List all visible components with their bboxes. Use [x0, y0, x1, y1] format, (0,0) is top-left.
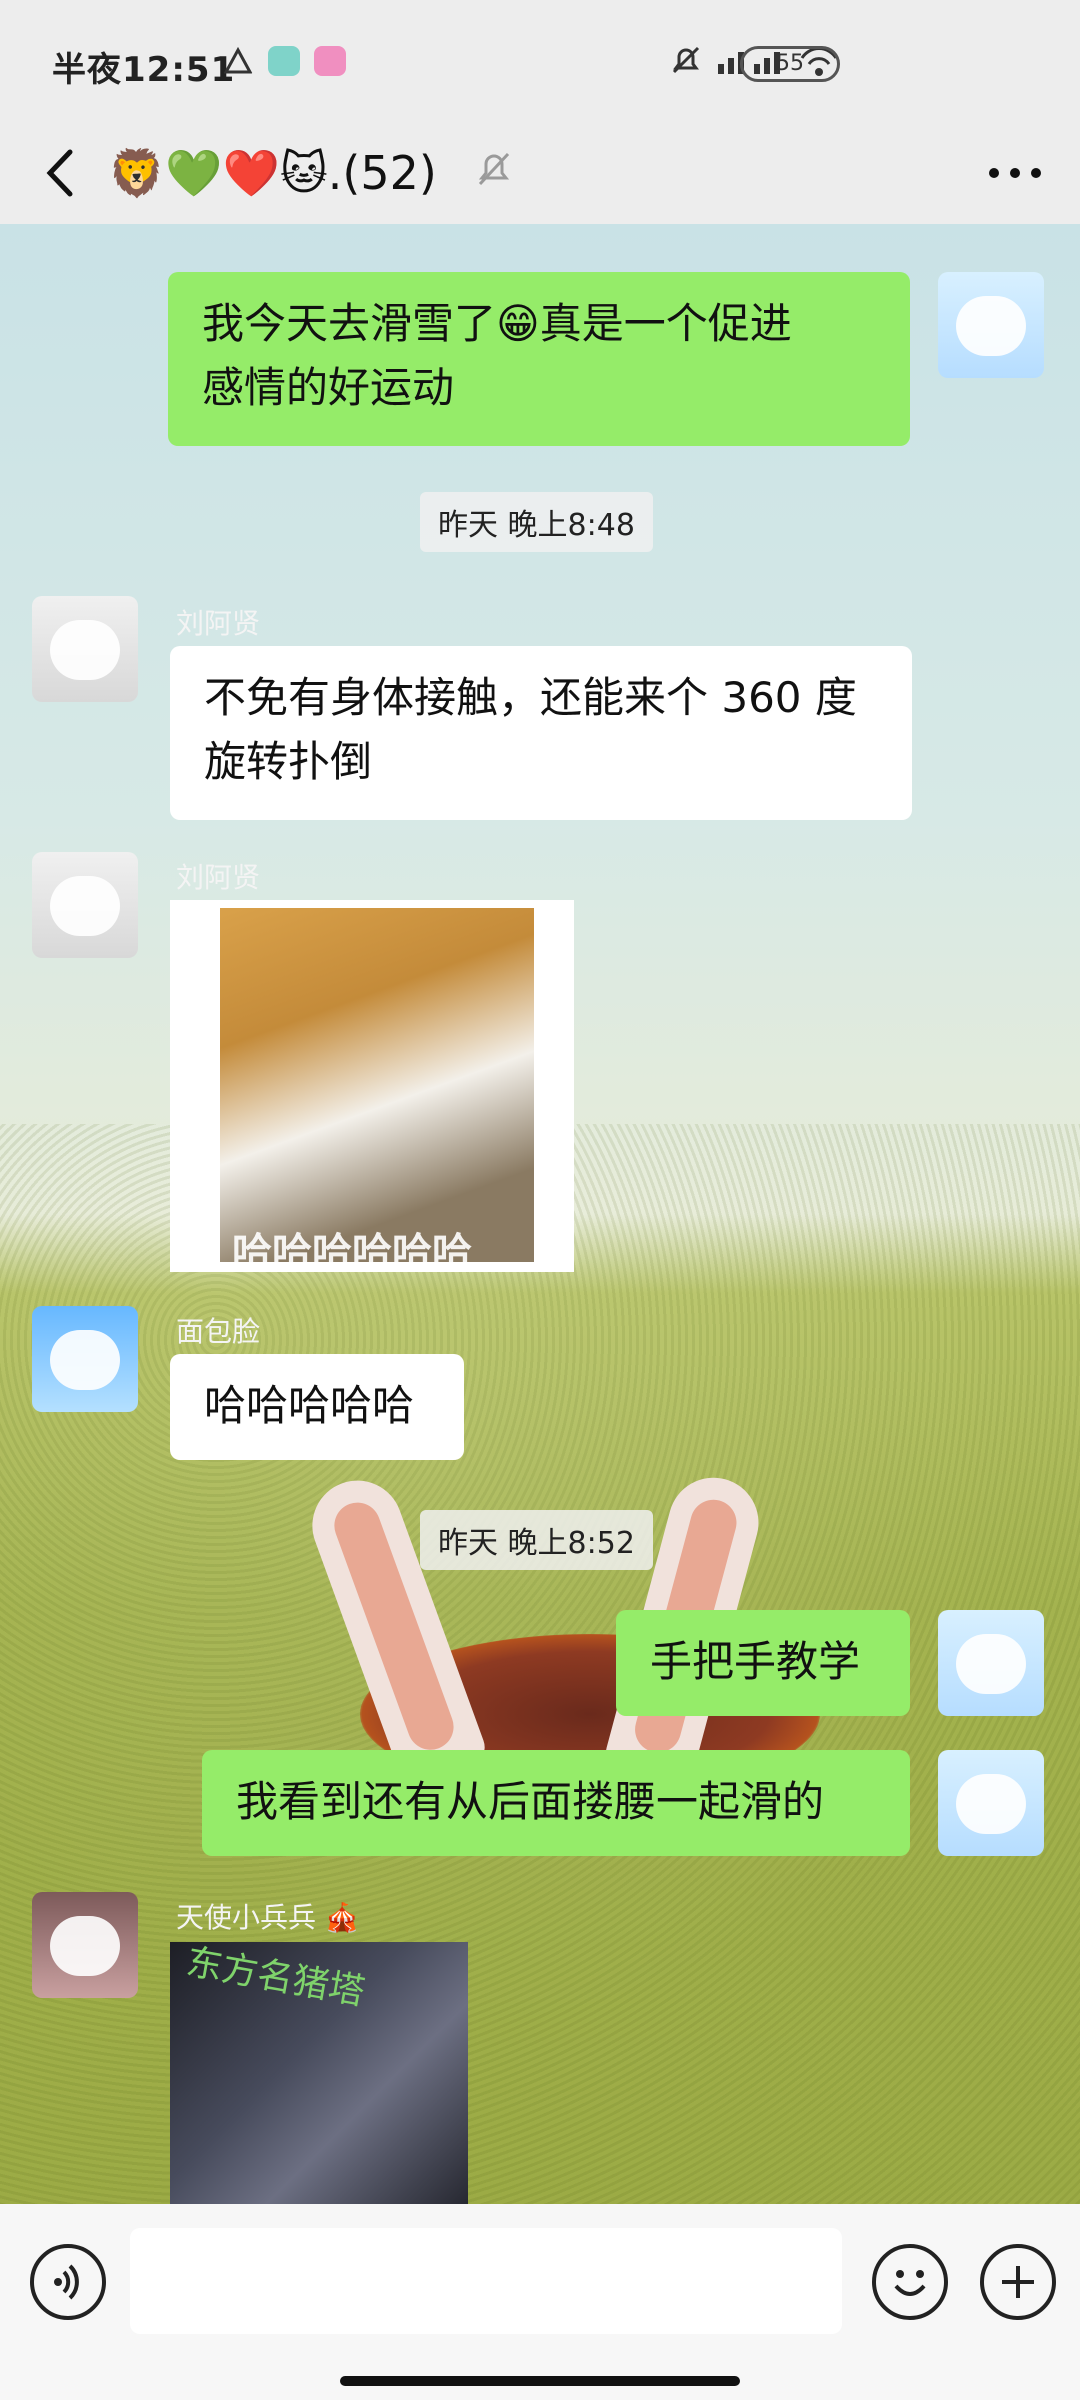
- avatar-tianshi[interactable]: [32, 1892, 138, 1998]
- app-notification-icon-2: [314, 46, 346, 76]
- image-message[interactable]: 东方名猪塔: [170, 1942, 468, 2242]
- status-bar: 半夜12:51 55: [0, 0, 1080, 128]
- avatar-liu[interactable]: [32, 596, 138, 702]
- mute-bell-icon: [672, 46, 700, 74]
- plus-icon[interactable]: [980, 2244, 1056, 2320]
- chat-area[interactable]: 我今天去滑雪了😁真是一个促进 感情的好运动 昨天 晚上8:48 刘阿贤 不免有身…: [0, 224, 1080, 2204]
- sender-name: 面包脸: [176, 1315, 261, 1348]
- app-notification-icon: [268, 46, 300, 76]
- avatar-me[interactable]: [938, 1610, 1044, 1716]
- chat-header: 🦁💚❤️🐱.(52): [0, 128, 1080, 224]
- message-bubble[interactable]: 我看到还有从后面搂腰一起滑的: [202, 1750, 910, 1856]
- message-text: 手把手教学: [650, 1637, 861, 1686]
- emoji-icon[interactable]: [872, 2244, 948, 2320]
- avatar-liu[interactable]: [32, 852, 138, 958]
- status-app-icons: [222, 46, 346, 76]
- message-bubble[interactable]: 我今天去滑雪了😁真是一个促进 感情的好运动: [168, 272, 910, 446]
- message-line: 不免有身体接触，还能来个 360 度: [204, 673, 857, 722]
- message-bubble[interactable]: 哈哈哈哈哈: [170, 1354, 464, 1460]
- mute-icon: [478, 152, 510, 186]
- timestamp: 昨天 晚上8:48: [420, 492, 653, 552]
- image-message[interactable]: 哈哈哈哈哈哈: [170, 900, 574, 1276]
- message-text: 哈哈哈哈哈: [204, 1381, 415, 1430]
- sender-name: 天使小兵兵 🎪: [176, 1901, 360, 1934]
- timestamp: 昨天 晚上8:52: [420, 1510, 653, 1570]
- avatar-mianbaolian[interactable]: [32, 1306, 138, 1412]
- status-time: 半夜12:51: [52, 50, 236, 90]
- back-arrow-icon[interactable]: [30, 138, 90, 208]
- chat-title: 🦁💚❤️🐱.(52): [108, 146, 437, 200]
- message-text: 我看到还有从后面搂腰一起滑的: [236, 1777, 825, 1826]
- sender-name: 刘阿贤: [176, 861, 261, 894]
- message-line: 旋转扑倒: [204, 737, 373, 786]
- message-bubble[interactable]: 不免有身体接触，还能来个 360 度 旋转扑倒: [170, 646, 912, 820]
- avatar-me[interactable]: [938, 1750, 1044, 1856]
- message-line: 我今天去滑雪了😁真是一个促进: [202, 299, 792, 348]
- battery-indicator: 55: [740, 46, 840, 82]
- message-input[interactable]: [130, 2228, 842, 2334]
- meme-image: [220, 908, 534, 1262]
- input-bar: [0, 2204, 1080, 2400]
- image-caption: 哈哈哈哈哈哈: [232, 1230, 472, 1276]
- avatar-me[interactable]: [938, 272, 1044, 378]
- message-line: 感情的好运动: [202, 363, 455, 412]
- home-indicator[interactable]: [340, 2376, 740, 2386]
- voice-input-icon[interactable]: [30, 2244, 106, 2320]
- alert-icon: [223, 46, 253, 74]
- sender-name: 刘阿贤: [176, 607, 261, 640]
- image-caption: 东方名猪塔: [183, 1942, 368, 2014]
- message-bubble[interactable]: 手把手教学: [616, 1610, 910, 1716]
- more-options-icon[interactable]: [980, 148, 1050, 198]
